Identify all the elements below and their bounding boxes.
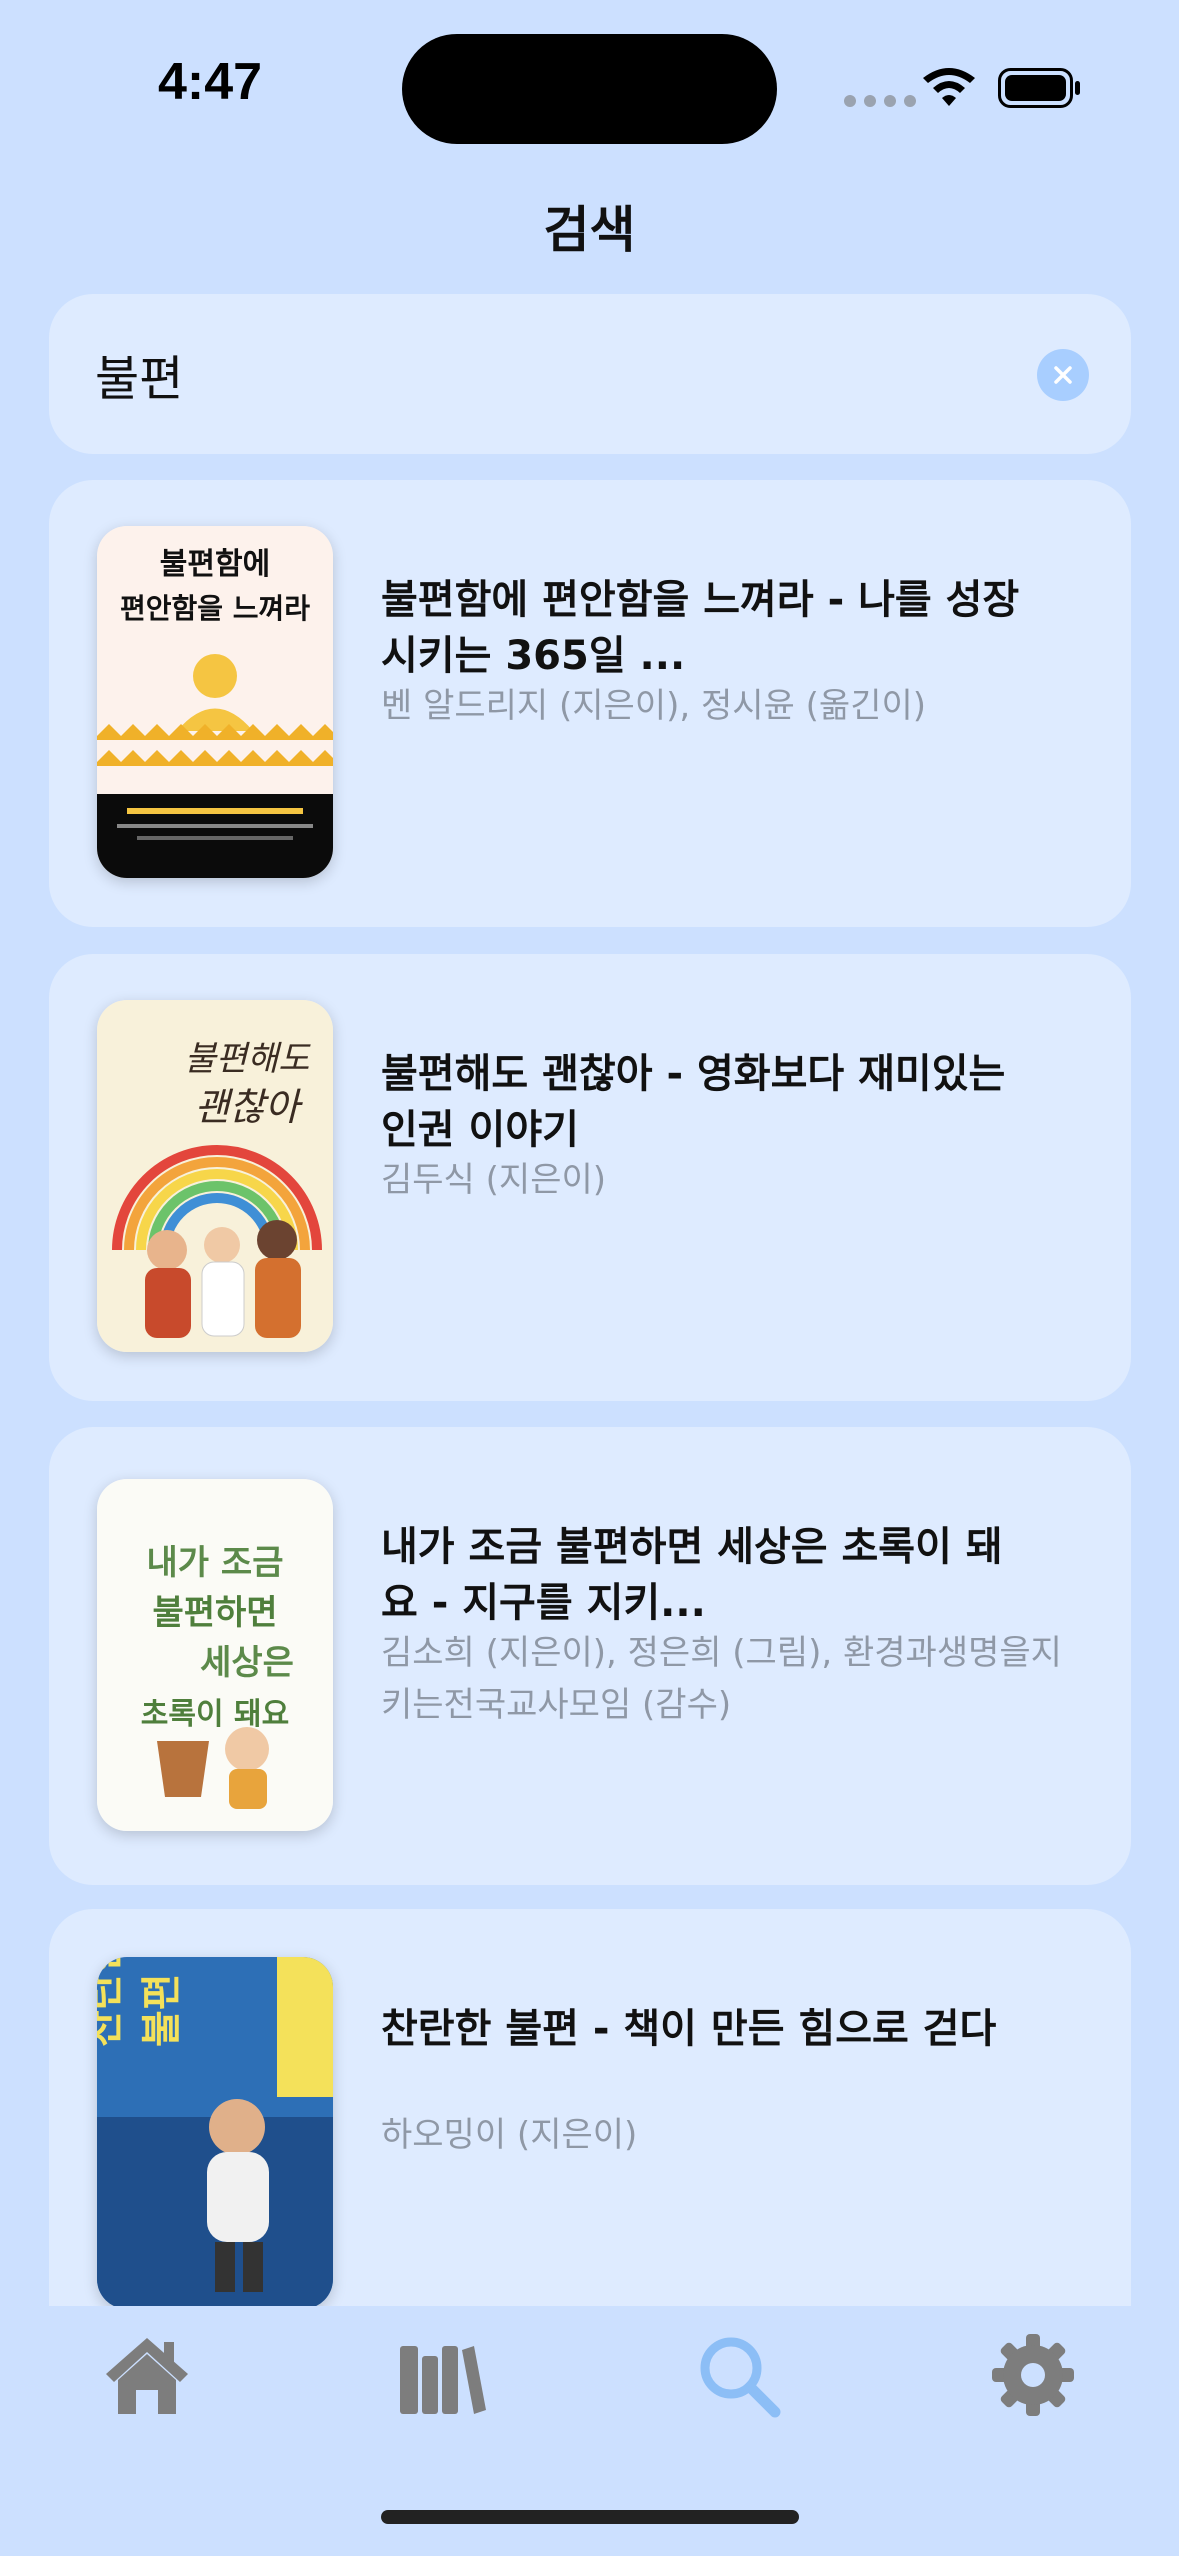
- book-authors: 김두식 (지은이): [381, 1160, 607, 1200]
- cover-title: 세상은: [200, 1643, 294, 1683]
- book-cover: 불편함에 편안함을 느껴라: [97, 526, 333, 878]
- status-time: 4:47: [158, 53, 263, 111]
- book-authors: 벤 알드리지 (지은이), 정시윤 (옮긴이): [381, 686, 927, 726]
- result-card[interactable]: 내가 조금 불편하면 세상은 초록이 돼요 내가 조금 불편하면 세상은 초록이…: [49, 1427, 1131, 1885]
- search-input[interactable]: [95, 334, 975, 414]
- book-cover: 불편해도 괜찮아: [97, 1000, 333, 1352]
- tab-search[interactable]: [693, 2330, 783, 2420]
- house-icon: [106, 2338, 188, 2414]
- gear-icon: [992, 2334, 1074, 2416]
- cover-title: 괜찮아: [195, 1085, 304, 1129]
- result-card[interactable]: 찬란한 불편 찬란한 불편 - 책이 만든 힘으로 걷다 하오밍이 (지은이): [49, 1909, 1131, 2306]
- magnifyingglass-icon: [700, 2337, 781, 2418]
- page-title: 검색: [543, 201, 636, 259]
- book-authors: 하오밍이 (지은이): [381, 2115, 638, 2155]
- xmark-icon: [1054, 366, 1072, 384]
- book-title: 찬란한 불편 - 책이 만든 힘으로 걷다: [381, 2006, 997, 2052]
- tab-settings[interactable]: [988, 2330, 1078, 2420]
- book-cover: 내가 조금 불편하면 세상은 초록이 돼요: [97, 1479, 333, 1831]
- book-authors: 김소희 (지은이), 정은희 (그림), 환경과생명을지키는전국교사모임 (감수…: [381, 1633, 1062, 1725]
- search-bar: [49, 294, 1131, 454]
- book-title: 내가 조금 불편하면 세상은 초록이 돼요 - 지구를 지키...: [381, 1524, 1003, 1626]
- home-indicator[interactable]: [381, 2510, 799, 2524]
- results-list: 불편함에 편안함을 느껴라 불편함에 편안함을 느껴라 - 나를 성장시키는 3…: [0, 478, 1179, 2306]
- cover-title: 내가 조금: [147, 1543, 284, 1583]
- tab-library[interactable]: [396, 2330, 486, 2420]
- result-card[interactable]: 불편해도 괜찮아 불편해도 괜찮아 - 영화보다 재미있는 인권 이야기 김두식…: [49, 954, 1131, 1401]
- clear-search-button[interactable]: [1037, 349, 1089, 401]
- books-icon: [400, 2346, 486, 2414]
- cover-title: 찬란한: [97, 1957, 127, 2047]
- cover-title: 불편: [139, 1973, 185, 2047]
- dynamic-island: [402, 34, 777, 144]
- book-title: 불편해도 괜찮아 - 영화보다 재미있는 인권 이야기: [381, 1051, 1006, 1153]
- book-cover: 찬란한 불편: [97, 1957, 333, 2306]
- cover-title: 편안함을 느껴라: [120, 592, 310, 625]
- cover-title: 불편함에: [160, 547, 270, 582]
- signal-icon: [844, 95, 916, 107]
- battery-icon: [998, 68, 1080, 108]
- wifi-icon: [923, 68, 975, 106]
- cover-title: 초록이 돼요: [141, 1697, 289, 1732]
- cover-title: 불편하면: [152, 1593, 277, 1633]
- cover-title: 불편해도: [184, 1039, 311, 1079]
- result-card[interactable]: 불편함에 편안함을 느껴라 불편함에 편안함을 느껴라 - 나를 성장시키는 3…: [49, 480, 1131, 927]
- tab-home[interactable]: [102, 2330, 192, 2420]
- book-title: 불편함에 편안함을 느껴라 - 나를 성장시키는 365일 ...: [381, 577, 1020, 679]
